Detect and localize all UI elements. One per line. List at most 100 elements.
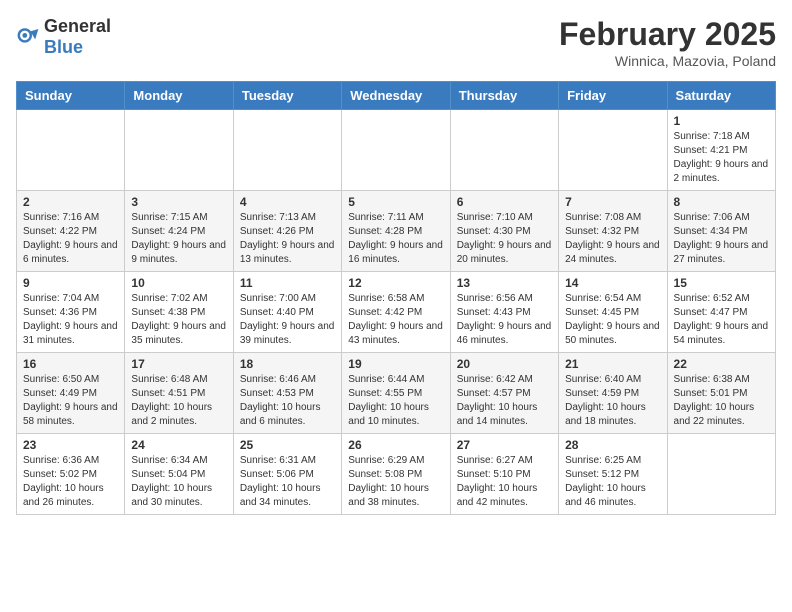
day-info: Sunrise: 7:15 AM Sunset: 4:24 PM Dayligh… <box>131 211 226 267</box>
weekday-header-tuesday: Tuesday <box>233 82 341 110</box>
day-number: 25 <box>240 438 335 452</box>
day-info: Sunrise: 6:54 AM Sunset: 4:45 PM Dayligh… <box>565 292 660 348</box>
day-number: 23 <box>23 438 118 452</box>
day-number: 10 <box>131 276 226 290</box>
calendar-cell <box>233 110 341 191</box>
calendar-cell: 6 Sunrise: 7:10 AM Sunset: 4:30 PM Daylig… <box>450 191 558 272</box>
day-number: 18 <box>240 357 335 371</box>
calendar-cell: 27 Sunrise: 6:27 AM Sunset: 5:10 PM Dayli… <box>450 434 558 515</box>
calendar-cell: 10 Sunrise: 7:02 AM Sunset: 4:38 PM Dayli… <box>125 272 233 353</box>
day-number: 3 <box>131 195 226 209</box>
header: General Blue February 2025 Winnica, Mazo… <box>16 16 776 69</box>
day-number: 15 <box>674 276 769 290</box>
calendar-cell <box>450 110 558 191</box>
day-number: 21 <box>565 357 660 371</box>
day-number: 6 <box>457 195 552 209</box>
day-number: 9 <box>23 276 118 290</box>
calendar-cell: 25 Sunrise: 6:31 AM Sunset: 5:06 PM Dayli… <box>233 434 341 515</box>
calendar-cell <box>342 110 450 191</box>
weekday-header-thursday: Thursday <box>450 82 558 110</box>
day-number: 26 <box>348 438 443 452</box>
day-number: 28 <box>565 438 660 452</box>
day-number: 2 <box>23 195 118 209</box>
weekday-header-monday: Monday <box>125 82 233 110</box>
calendar-cell: 22Sunrise: 6:38 AM Sunset: 5:01 PM Dayli… <box>667 353 775 434</box>
day-info: Sunrise: 6:29 AM Sunset: 5:08 PM Dayligh… <box>348 454 443 510</box>
logo: General Blue <box>16 16 111 58</box>
calendar-week-row: 23 Sunrise: 6:36 AM Sunset: 5:02 PM Dayli… <box>17 434 776 515</box>
day-info: Sunrise: 7:16 AM Sunset: 4:22 PM Dayligh… <box>23 211 118 267</box>
calendar-cell: 26 Sunrise: 6:29 AM Sunset: 5:08 PM Dayli… <box>342 434 450 515</box>
calendar-cell: 19Sunrise: 6:44 AM Sunset: 4:55 PM Dayli… <box>342 353 450 434</box>
day-info: Sunrise: 6:50 AM Sunset: 4:49 PM Dayligh… <box>23 373 118 429</box>
day-info: Sunrise: 6:52 AM Sunset: 4:47 PM Dayligh… <box>674 292 769 348</box>
day-info: Sunrise: 6:56 AM Sunset: 4:43 PM Dayligh… <box>457 292 552 348</box>
logo-icon <box>16 25 40 49</box>
day-info: Sunrise: 6:38 AM Sunset: 5:01 PM Dayligh… <box>674 373 769 429</box>
day-number: 24 <box>131 438 226 452</box>
calendar-cell: 15 Sunrise: 6:52 AM Sunset: 4:47 PM Dayli… <box>667 272 775 353</box>
day-info: Sunrise: 6:40 AM Sunset: 4:59 PM Dayligh… <box>565 373 660 429</box>
location-subtitle: Winnica, Mazovia, Poland <box>559 53 776 69</box>
day-number: 20 <box>457 357 552 371</box>
calendar-week-row: 2 Sunrise: 7:16 AM Sunset: 4:22 PM Daylig… <box>17 191 776 272</box>
day-info: Sunrise: 6:34 AM Sunset: 5:04 PM Dayligh… <box>131 454 226 510</box>
day-info: Sunrise: 6:27 AM Sunset: 5:10 PM Dayligh… <box>457 454 552 510</box>
day-info: Sunrise: 6:25 AM Sunset: 5:12 PM Dayligh… <box>565 454 660 510</box>
calendar-week-row: 1Sunrise: 7:18 AM Sunset: 4:21 PM Daylig… <box>17 110 776 191</box>
day-info: Sunrise: 7:11 AM Sunset: 4:28 PM Dayligh… <box>348 211 443 267</box>
day-number: 16 <box>23 357 118 371</box>
month-title: February 2025 <box>559 16 776 53</box>
calendar-cell: 21 Sunrise: 6:40 AM Sunset: 4:59 PM Dayli… <box>559 353 667 434</box>
day-info: Sunrise: 6:31 AM Sunset: 5:06 PM Dayligh… <box>240 454 335 510</box>
day-number: 14 <box>565 276 660 290</box>
weekday-header-sunday: Sunday <box>17 82 125 110</box>
calendar-cell <box>17 110 125 191</box>
day-info: Sunrise: 6:48 AM Sunset: 4:51 PM Dayligh… <box>131 373 226 429</box>
calendar-cell: 3 Sunrise: 7:15 AM Sunset: 4:24 PM Daylig… <box>125 191 233 272</box>
day-info: Sunrise: 7:04 AM Sunset: 4:36 PM Dayligh… <box>23 292 118 348</box>
calendar-cell: 8 Sunrise: 7:06 AM Sunset: 4:34 PM Daylig… <box>667 191 775 272</box>
day-number: 8 <box>674 195 769 209</box>
day-info: Sunrise: 7:02 AM Sunset: 4:38 PM Dayligh… <box>131 292 226 348</box>
calendar-cell: 2 Sunrise: 7:16 AM Sunset: 4:22 PM Daylig… <box>17 191 125 272</box>
day-number: 17 <box>131 357 226 371</box>
day-info: Sunrise: 7:00 AM Sunset: 4:40 PM Dayligh… <box>240 292 335 348</box>
weekday-header-wednesday: Wednesday <box>342 82 450 110</box>
day-info: Sunrise: 6:46 AM Sunset: 4:53 PM Dayligh… <box>240 373 335 429</box>
calendar-week-row: 9 Sunrise: 7:04 AM Sunset: 4:36 PM Daylig… <box>17 272 776 353</box>
logo-text: General Blue <box>44 16 111 58</box>
calendar-cell: 13 Sunrise: 6:56 AM Sunset: 4:43 PM Dayli… <box>450 272 558 353</box>
calendar-cell: 9 Sunrise: 7:04 AM Sunset: 4:36 PM Daylig… <box>17 272 125 353</box>
calendar-cell: 4 Sunrise: 7:13 AM Sunset: 4:26 PM Daylig… <box>233 191 341 272</box>
calendar-cell: 12 Sunrise: 6:58 AM Sunset: 4:42 PM Dayli… <box>342 272 450 353</box>
day-info: Sunrise: 7:06 AM Sunset: 4:34 PM Dayligh… <box>674 211 769 267</box>
weekday-header-friday: Friday <box>559 82 667 110</box>
day-info: Sunrise: 7:18 AM Sunset: 4:21 PM Dayligh… <box>674 130 769 186</box>
calendar-header-row: SundayMondayTuesdayWednesdayThursdayFrid… <box>17 82 776 110</box>
calendar-cell: 11Sunrise: 7:00 AM Sunset: 4:40 PM Dayli… <box>233 272 341 353</box>
calendar-cell: 5 Sunrise: 7:11 AM Sunset: 4:28 PM Daylig… <box>342 191 450 272</box>
calendar-cell: 16 Sunrise: 6:50 AM Sunset: 4:49 PM Dayli… <box>17 353 125 434</box>
day-number: 4 <box>240 195 335 209</box>
day-info: Sunrise: 6:42 AM Sunset: 4:57 PM Dayligh… <box>457 373 552 429</box>
title-area: February 2025 Winnica, Mazovia, Poland <box>559 16 776 69</box>
day-info: Sunrise: 6:36 AM Sunset: 5:02 PM Dayligh… <box>23 454 118 510</box>
day-info: Sunrise: 7:10 AM Sunset: 4:30 PM Dayligh… <box>457 211 552 267</box>
day-number: 13 <box>457 276 552 290</box>
day-number: 7 <box>565 195 660 209</box>
calendar-cell: 7Sunrise: 7:08 AM Sunset: 4:32 PM Daylig… <box>559 191 667 272</box>
calendar-cell: 1Sunrise: 7:18 AM Sunset: 4:21 PM Daylig… <box>667 110 775 191</box>
day-number: 27 <box>457 438 552 452</box>
calendar-cell: 28 Sunrise: 6:25 AM Sunset: 5:12 PM Dayli… <box>559 434 667 515</box>
calendar-cell: 20 Sunrise: 6:42 AM Sunset: 4:57 PM Dayli… <box>450 353 558 434</box>
calendar-cell: 23 Sunrise: 6:36 AM Sunset: 5:02 PM Dayli… <box>17 434 125 515</box>
weekday-header-saturday: Saturday <box>667 82 775 110</box>
logo-blue: Blue <box>44 37 83 57</box>
day-number: 5 <box>348 195 443 209</box>
calendar-cell: 24 Sunrise: 6:34 AM Sunset: 5:04 PM Dayli… <box>125 434 233 515</box>
day-number: 12 <box>348 276 443 290</box>
logo-general: General <box>44 16 111 36</box>
day-info: Sunrise: 7:13 AM Sunset: 4:26 PM Dayligh… <box>240 211 335 267</box>
day-info: Sunrise: 6:58 AM Sunset: 4:42 PM Dayligh… <box>348 292 443 348</box>
